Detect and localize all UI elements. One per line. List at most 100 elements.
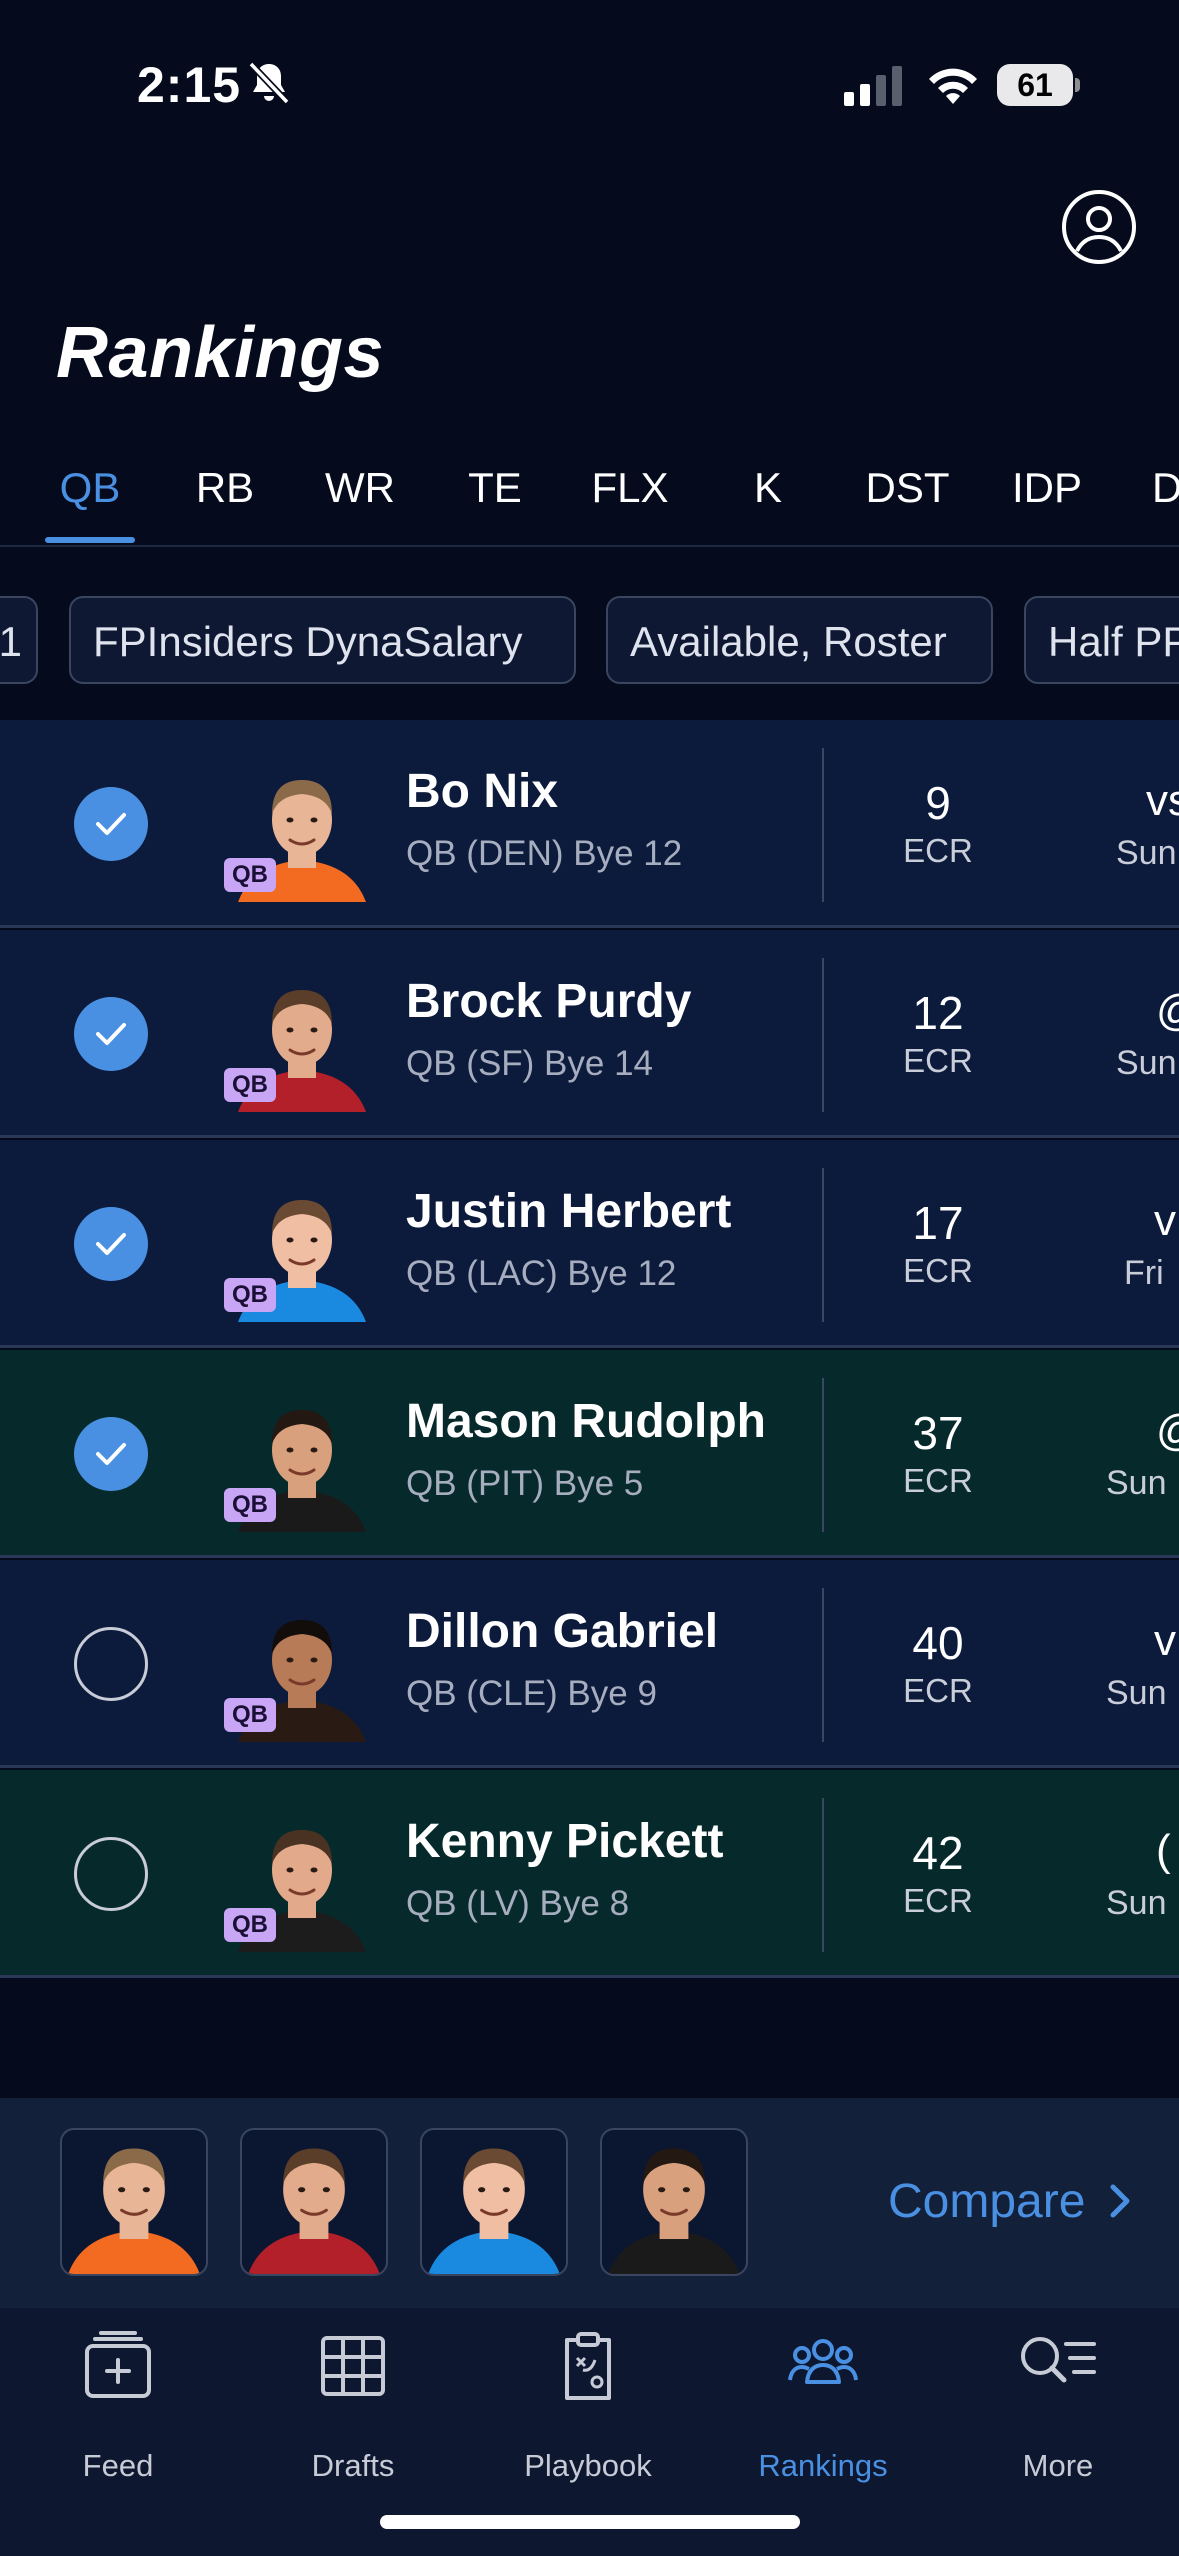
position-badge: QB: [224, 1698, 276, 1732]
ecr-value: 17: [912, 1197, 964, 1249]
compare-player-photo: [68, 2148, 200, 2274]
ecr-label: ECR: [903, 1882, 973, 1919]
ecr-label: ECR: [903, 1252, 973, 1289]
filter-chip-format[interactable]: Half PP: [1024, 596, 1179, 684]
column-divider: [822, 1798, 824, 1952]
matchup-day: Sun: [1106, 1674, 1167, 1712]
nav-feed-label: Feed: [82, 2448, 154, 2483]
player-name[interactable]: Justin Herbert: [406, 1184, 731, 1239]
tab-idp[interactable]: IDP: [992, 455, 1102, 543]
compare-player-photo: [248, 2148, 380, 2274]
tab-wr[interactable]: WR: [310, 455, 410, 543]
compare-label: Compare: [888, 2175, 1086, 2228]
player-team-bye: QB (LV) Bye 8: [406, 1884, 630, 1923]
checkmark-icon: [96, 1233, 126, 1255]
ecr-label: ECR: [903, 832, 973, 869]
ecr-value: 9: [925, 777, 951, 829]
matchup-day: Sun: [1106, 1464, 1167, 1502]
tab-qb[interactable]: QB: [40, 455, 140, 543]
matchup-opponent: (: [1156, 1826, 1171, 1875]
status-time: 2:15: [137, 57, 242, 113]
nav-more[interactable]: More: [940, 2330, 1176, 2483]
matchup-day: Sun: [1116, 834, 1177, 872]
column-divider: [822, 1168, 824, 1322]
cellular-signal-icon: [844, 66, 902, 106]
position-badge: QB: [224, 1488, 276, 1522]
column-divider: [822, 748, 824, 902]
tab-rb[interactable]: RB: [175, 455, 275, 543]
matchup-opponent: @: [1156, 986, 1179, 1036]
chevron-right-icon: [1110, 2184, 1130, 2218]
filter-chip-availability[interactable]: Available, Roster: [606, 596, 993, 684]
player-name[interactable]: Dillon Gabriel: [406, 1604, 718, 1659]
checkmark-icon: [96, 1023, 126, 1045]
player-team-bye: QB (PIT) Bye 5: [406, 1464, 644, 1503]
nav-feed[interactable]: Feed: [0, 2330, 236, 2483]
ecr-value: 12: [912, 987, 964, 1039]
player-team-bye: QB (DEN) Bye 12: [406, 834, 683, 873]
player-row[interactable]: QB Brock Purdy QB (SF) Bye 14 12ECR @ Sun: [0, 930, 1179, 1138]
checkbox-checked[interactable]: [74, 1417, 148, 1491]
ecr-value: 37: [912, 1407, 964, 1459]
battery-icon: 61: [997, 64, 1081, 108]
filter-chip-partial[interactable]: 1: [0, 596, 38, 684]
checkbox-unchecked[interactable]: [74, 1627, 148, 1701]
player-team-bye: QB (SF) Bye 14: [406, 1044, 654, 1083]
page-title: Rankings: [56, 313, 385, 393]
matchup-day: Fri: [1124, 1254, 1164, 1292]
player-row[interactable]: QB Dillon Gabriel QB (CLE) Bye 9 40 ECR v Sun: [0, 1560, 1179, 1768]
player-row[interactable]: QB Bo Nix QB (DEN) Bye 12 9ECR vs Sun: [0, 720, 1179, 928]
player-row[interactable]: QB Kenny Pickett QB (LV) Bye 8 42 ECR (Sun: [0, 1770, 1179, 1978]
compare-player-thumbnail[interactable]: [240, 2128, 388, 2276]
playbook-clipboard-icon: [565, 2332, 611, 2400]
checkbox-checked[interactable]: [74, 787, 148, 861]
compare-button[interactable]: Compare: [888, 2174, 1135, 2229]
checkbox-unchecked[interactable]: [74, 1837, 148, 1911]
position-badge: QB: [224, 1068, 276, 1102]
checkbox-checked[interactable]: [74, 1207, 148, 1281]
matchup-day: Sun: [1116, 1044, 1177, 1082]
matchup-opponent: @: [1156, 1406, 1179, 1456]
column-divider: [822, 958, 824, 1112]
position-badge: QB: [224, 1908, 276, 1942]
matchup-opponent: vs: [1146, 776, 1179, 825]
filter-chips: 1 FPInsiders DynaSalary Available, Roste…: [0, 596, 1179, 688]
position-badge: QB: [224, 858, 276, 892]
compare-bar: Compare: [0, 2098, 1179, 2308]
nav-more-label: More: [1022, 2448, 1094, 2483]
player-team-bye: QB (CLE) Bye 9: [406, 1674, 657, 1713]
matchup-opponent: v: [1154, 1196, 1176, 1245]
compare-player-thumbnail[interactable]: [420, 2128, 568, 2276]
nav-rankings[interactable]: Rankings: [705, 2330, 941, 2483]
nav-playbook[interactable]: Playbook: [470, 2330, 706, 2483]
player-name[interactable]: Brock Purdy: [406, 974, 691, 1029]
checkbox-checked[interactable]: [74, 997, 148, 1071]
position-badge: QB: [224, 1278, 276, 1312]
tab-k[interactable]: K: [718, 455, 818, 543]
drafts-grid-icon: [321, 2336, 385, 2396]
filter-chip-scoring[interactable]: FPInsiders DynaSalary: [69, 596, 576, 684]
tab-indicator: [45, 537, 135, 543]
compare-player-thumbnail[interactable]: [60, 2128, 208, 2276]
tab-dst[interactable]: DST: [845, 455, 970, 543]
account-icon[interactable]: [1060, 188, 1138, 266]
player-name[interactable]: Mason Rudolph: [406, 1394, 766, 1449]
nav-drafts[interactable]: Drafts: [235, 2330, 471, 2483]
matchup-opponent: v: [1154, 1616, 1176, 1665]
nav-rankings-label: Rankings: [758, 2448, 888, 2483]
wifi-icon: [929, 68, 977, 104]
compare-player-thumbnail[interactable]: [600, 2128, 748, 2276]
more-search-list-icon: [1021, 2337, 1096, 2383]
tab-flx[interactable]: FLX: [570, 455, 690, 543]
ecr-label: ECR: [903, 1462, 973, 1499]
battery-cap: [1075, 78, 1080, 92]
player-name[interactable]: Kenny Pickett: [406, 1814, 723, 1869]
player-row[interactable]: QB Justin Herbert QB (LAC) Bye 12 17 ECR v Fri: [0, 1140, 1179, 1348]
tab-te[interactable]: TE: [445, 455, 545, 543]
tab-partial[interactable]: D: [1152, 455, 1179, 543]
player-row[interactable]: QB Mason Rudolph QB (PIT) Bye 5 37ECR @ Sun: [0, 1350, 1179, 1558]
rankings-people-icon: [788, 2339, 858, 2384]
column-divider: [822, 1378, 824, 1532]
player-name[interactable]: Bo Nix: [406, 764, 558, 819]
compare-player-photo: [428, 2148, 560, 2274]
